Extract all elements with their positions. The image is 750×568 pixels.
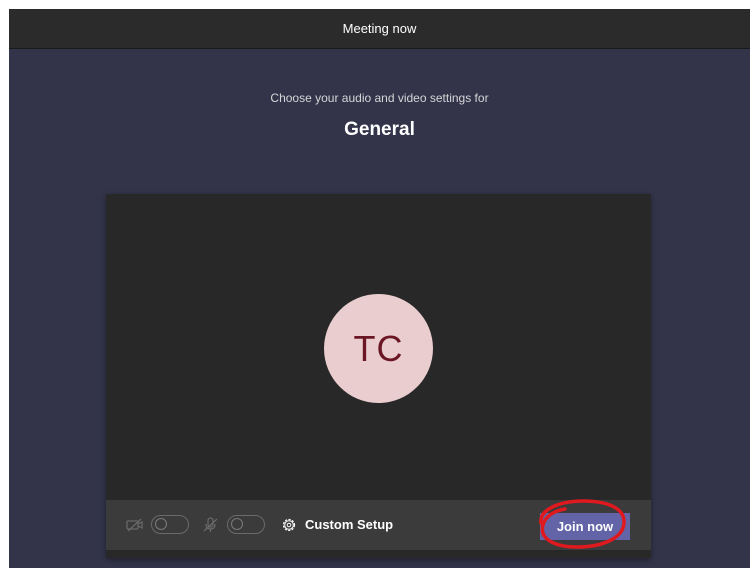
channel-name: General	[344, 119, 415, 140]
audio-toggle[interactable]	[227, 515, 265, 534]
window-title: Meeting now	[342, 21, 417, 36]
settings-prompt: Choose your audio and video settings for	[270, 91, 489, 105]
meeting-window: Meeting now Choose your audio and video …	[9, 9, 750, 568]
camera-off-icon	[126, 518, 143, 532]
video-toggle[interactable]	[151, 515, 189, 534]
join-now-button[interactable]: Join now	[540, 513, 630, 540]
mic-off-icon	[203, 517, 218, 532]
video-preview: TC Custom Setup Join now	[106, 194, 651, 558]
device-controls-bar: Custom Setup Join now	[106, 500, 651, 550]
video-toggle-knob	[155, 518, 167, 530]
gear-icon[interactable]	[280, 516, 298, 534]
avatar: TC	[324, 294, 433, 403]
title-bar: Meeting now	[9, 9, 750, 49]
custom-setup-button[interactable]: Custom Setup	[305, 517, 393, 532]
audio-toggle-knob	[231, 518, 243, 530]
avatar-initials: TC	[353, 327, 404, 369]
